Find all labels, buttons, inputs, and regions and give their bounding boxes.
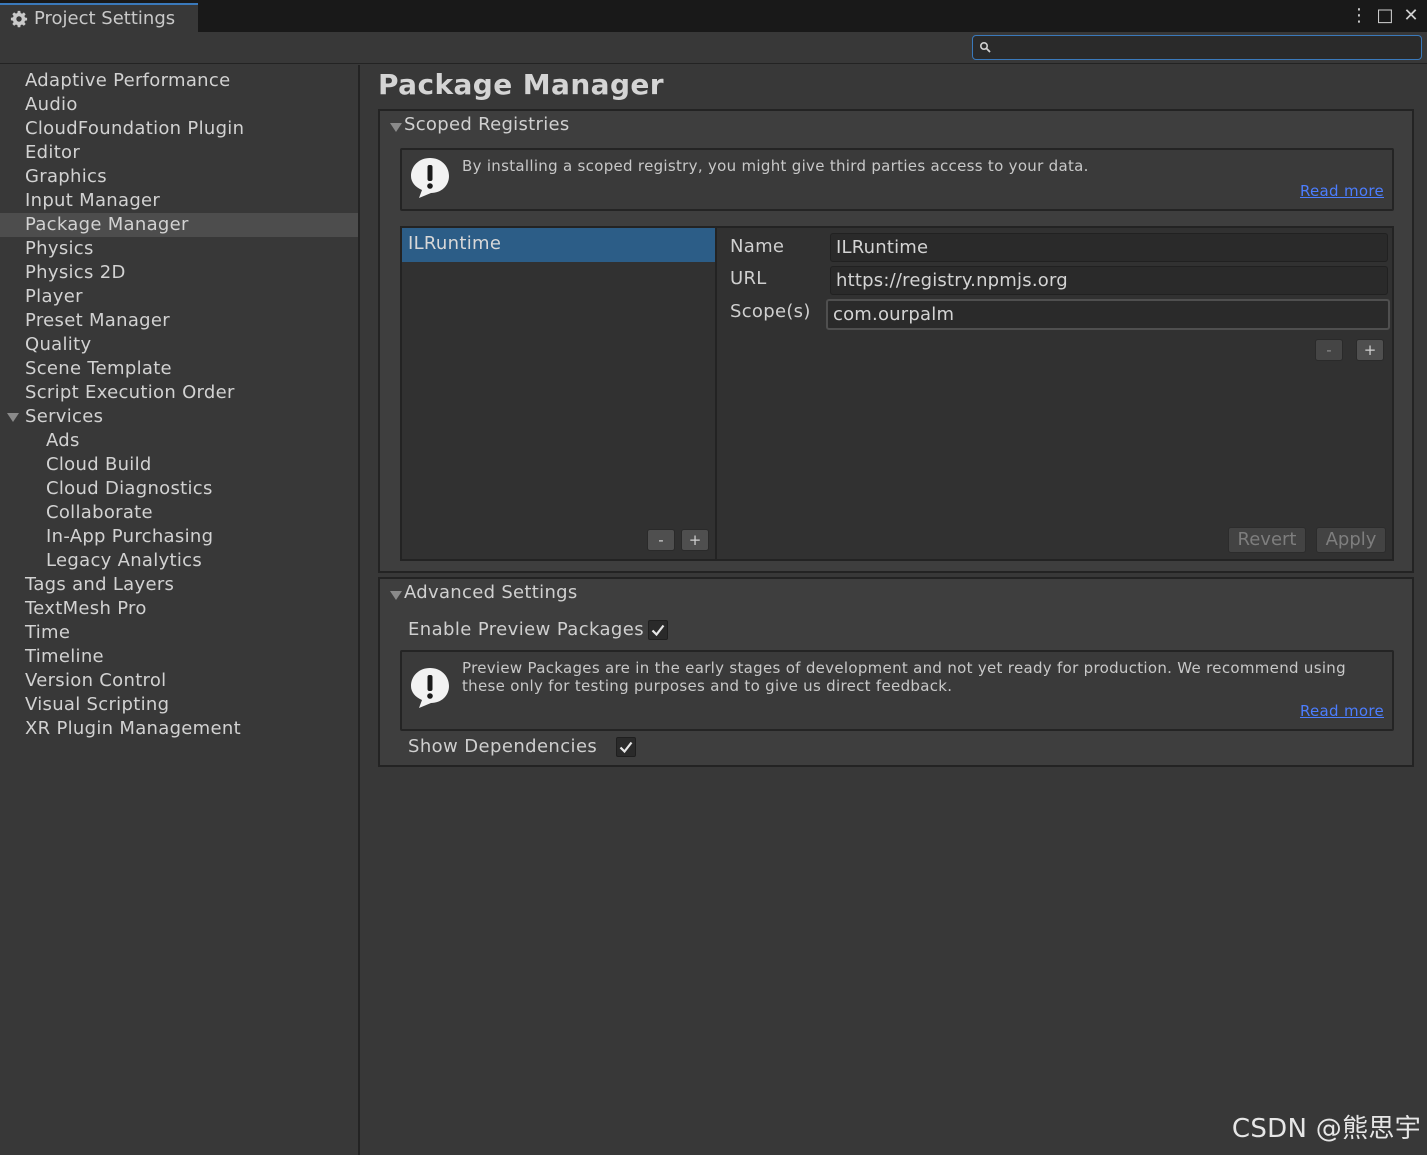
registry-name-field[interactable]: ILRuntime [830,233,1388,262]
show-dependencies-checkbox[interactable] [616,737,636,757]
sidebar-item-input-manager[interactable]: Input Manager [0,189,358,213]
sidebar-item-preset-manager[interactable]: Preset Manager [0,309,358,333]
scoped-registries-header[interactable]: Scoped Registries [390,114,570,135]
close-icon[interactable]: ✕ [1401,4,1421,26]
registry-url-field[interactable]: https://registry.npmjs.org [830,266,1388,295]
title-bar: Project Settings ⋮ □ ✕ [0,0,1427,32]
sidebar: Adaptive Performance Audio CloudFoundati… [0,65,360,1155]
sidebar-item-quality[interactable]: Quality [0,333,358,357]
read-more-link[interactable]: Read more [1300,702,1384,720]
sidebar-item-physics[interactable]: Physics [0,237,358,261]
warning-icon [411,668,449,708]
scoped-registries-section: Scoped Registries By installing a scoped… [378,109,1414,573]
list-item[interactable]: ILRuntime [402,228,715,262]
registry-list: ILRuntime - + [402,228,717,559]
toolbar [0,32,1427,64]
url-label: URL [730,268,767,289]
watermark: CSDN @熊思宇 [1231,1114,1421,1144]
collapse-arrow-icon[interactable] [390,591,402,600]
sidebar-item-player[interactable]: Player [0,285,358,309]
sidebar-item-timeline[interactable]: Timeline [0,645,358,669]
apply-button[interactable]: Apply [1316,527,1386,553]
name-label: Name [730,236,785,257]
remove-registry-button[interactable]: - [647,529,675,551]
registry-panel: ILRuntime - + Name ILRuntime URL https:/… [400,226,1394,561]
sidebar-item-legacy-analytics[interactable]: Legacy Analytics [0,549,358,573]
scoped-registry-warning: By installing a scoped registry, you mig… [400,148,1394,211]
add-registry-button[interactable]: + [681,529,709,551]
sidebar-item-version-control[interactable]: Version Control [0,669,358,693]
sidebar-item-time[interactable]: Time [0,621,358,645]
preview-packages-warning: Preview Packages are in the early stages… [400,650,1394,731]
sidebar-item-scene-template[interactable]: Scene Template [0,357,358,381]
sidebar-item-package-manager[interactable]: Package Manager [0,213,358,237]
add-scope-button[interactable]: + [1356,339,1384,361]
sidebar-item-visual-scripting[interactable]: Visual Scripting [0,693,358,717]
advanced-settings-header[interactable]: Advanced Settings [390,582,578,603]
window-title: Project Settings [34,8,176,29]
page-title: Package Manager [378,68,664,101]
revert-button[interactable]: Revert [1228,527,1306,553]
sidebar-item-tags-and-layers[interactable]: Tags and Layers [0,573,358,597]
advanced-settings-section: Advanced Settings Enable Preview Package… [378,577,1414,767]
sidebar-item-in-app-purchasing[interactable]: In-App Purchasing [0,525,358,549]
sidebar-item-services[interactable]: Services [0,405,358,429]
tab-project-settings[interactable]: Project Settings [0,3,198,32]
remove-scope-button[interactable]: - [1315,339,1343,361]
sidebar-item-textmesh-pro[interactable]: TextMesh Pro [0,597,358,621]
enable-preview-packages-label: Enable Preview Packages [408,619,645,640]
sidebar-item-audio[interactable]: Audio [0,93,358,117]
sidebar-item-cloud-build[interactable]: Cloud Build [0,453,358,477]
scopes-label: Scope(s) [730,301,811,322]
main-panel: Package Manager Scoped Registries By ins… [362,65,1427,1155]
sidebar-item-xr-plugin-management[interactable]: XR Plugin Management [0,717,358,741]
sidebar-item-script-execution-order[interactable]: Script Execution Order [0,381,358,405]
sidebar-item-editor[interactable]: Editor [0,141,358,165]
maximize-icon[interactable]: □ [1375,4,1395,26]
warning-message: Preview Packages are in the early stages… [462,659,1346,695]
show-dependencies-label: Show Dependencies [408,736,598,757]
sidebar-item-ads[interactable]: Ads [0,429,358,453]
enable-preview-packages-checkbox[interactable] [648,620,668,640]
sidebar-item-cloud-diagnostics[interactable]: Cloud Diagnostics [0,477,358,501]
gear-icon [10,10,28,27]
sidebar-item-graphics[interactable]: Graphics [0,165,358,189]
warning-message: By installing a scoped registry, you mig… [462,157,1089,175]
collapse-arrow-icon[interactable] [390,123,402,132]
checkmark-icon [651,624,665,637]
sidebar-item-collaborate[interactable]: Collaborate [0,501,358,525]
read-more-link[interactable]: Read more [1300,182,1384,200]
checkmark-icon [619,741,633,754]
menu-icon[interactable]: ⋮ [1349,4,1369,26]
sidebar-item-adaptive-performance[interactable]: Adaptive Performance [0,69,358,93]
expand-arrow-icon[interactable] [7,413,19,422]
sidebar-item-cloudfoundation-plugin[interactable]: CloudFoundation Plugin [0,117,358,141]
sidebar-item-physics-2d[interactable]: Physics 2D [0,261,358,285]
search-icon [979,41,991,53]
scope-field[interactable]: com.ourpalm [826,299,1390,330]
warning-icon [411,158,449,198]
search-input[interactable] [972,35,1422,60]
